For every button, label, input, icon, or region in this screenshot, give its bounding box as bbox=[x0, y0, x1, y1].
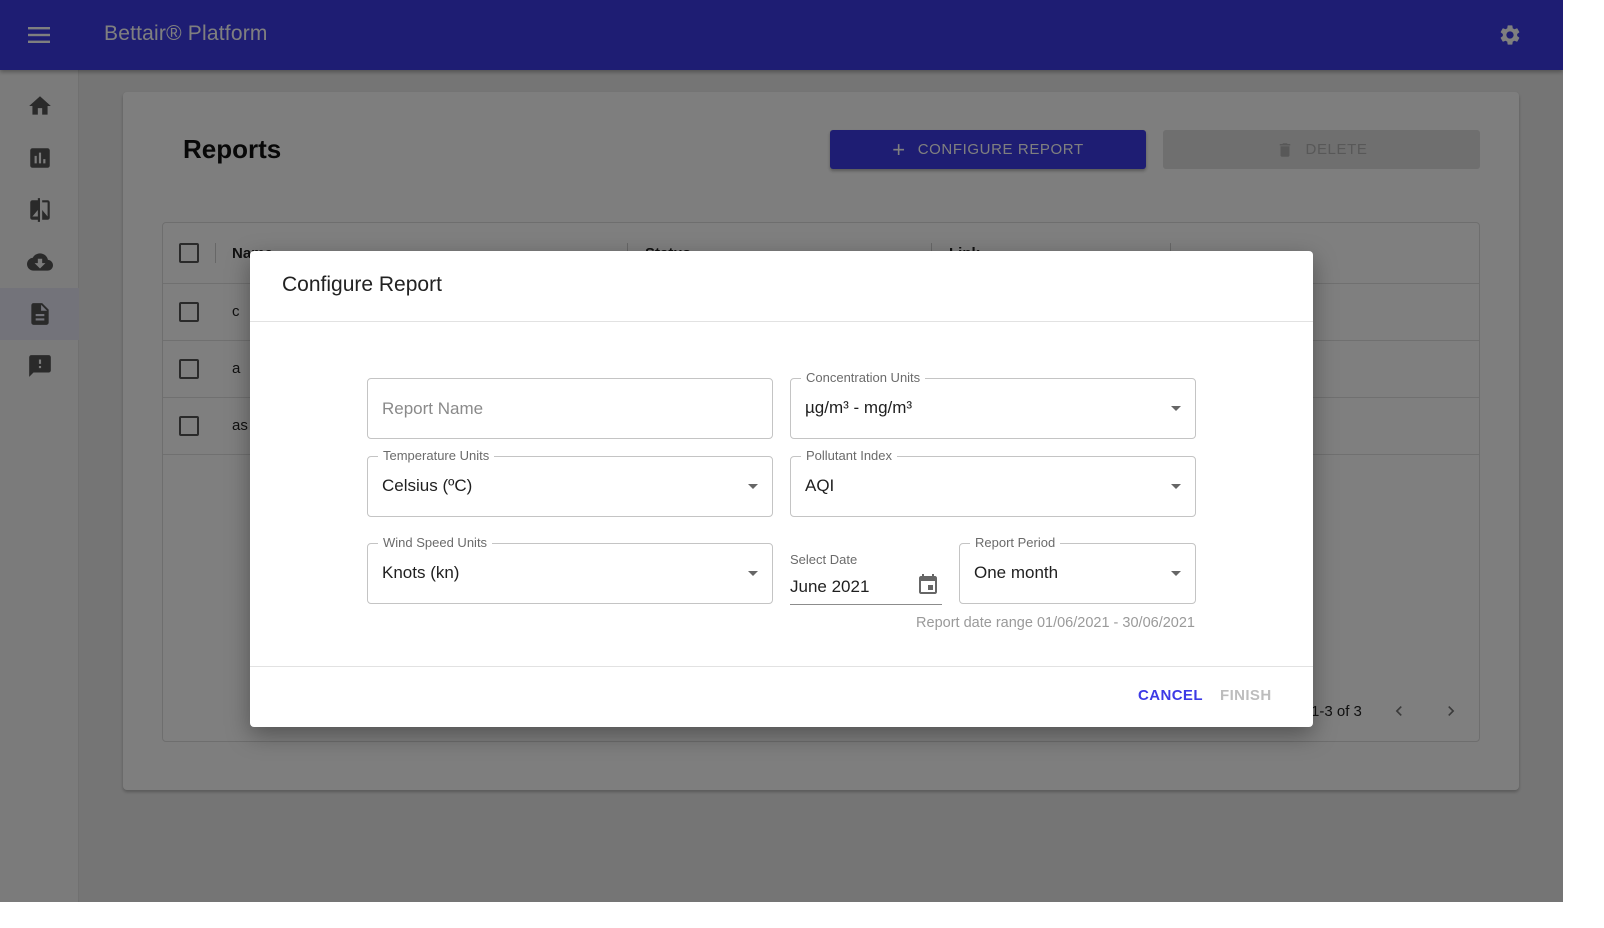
concentration-units-value: µg/m³ - mg/m³ bbox=[805, 398, 913, 417]
dropdown-arrow-icon bbox=[1171, 484, 1181, 489]
concentration-units-select[interactable]: Concentration Units µg/m³ - mg/m³ bbox=[790, 370, 1196, 439]
dialog-title: Configure Report bbox=[282, 273, 442, 296]
temperature-units-select[interactable]: Temperature Units Celsius (ºC) bbox=[367, 448, 773, 517]
report-date-range: Report date range 01/06/2021 - 30/06/202… bbox=[916, 615, 1195, 631]
wind-speed-units-value: Knots (kn) bbox=[382, 563, 460, 582]
finish-button[interactable]: FINISH bbox=[1220, 687, 1272, 704]
configure-report-dialog: Configure Report Concentration Units µg/… bbox=[250, 251, 1313, 727]
report-period-value: One month bbox=[974, 563, 1059, 582]
date-underline bbox=[790, 604, 942, 605]
wind-speed-units-label: Wind Speed Units bbox=[378, 535, 493, 551]
calendar-icon bbox=[919, 574, 937, 594]
calendar-button[interactable] bbox=[916, 573, 940, 597]
dropdown-arrow-icon bbox=[748, 571, 758, 576]
report-period-label: Report Period bbox=[970, 535, 1061, 551]
pollutant-index-select[interactable]: Pollutant Index AQI bbox=[790, 448, 1196, 517]
report-name-field[interactable] bbox=[367, 378, 773, 439]
dropdown-arrow-icon bbox=[1171, 571, 1181, 576]
select-date-value: June 2021 bbox=[790, 577, 870, 596]
divider bbox=[250, 321, 1313, 322]
wind-speed-units-select[interactable]: Wind Speed Units Knots (kn) bbox=[367, 535, 773, 604]
dropdown-arrow-icon bbox=[748, 484, 758, 489]
dropdown-arrow-icon bbox=[1171, 406, 1181, 411]
report-name-input[interactable] bbox=[368, 379, 772, 438]
concentration-units-label: Concentration Units bbox=[801, 370, 926, 386]
pollutant-index-value: AQI bbox=[805, 476, 835, 495]
select-date-field[interactable]: Select Date June 2021 bbox=[790, 543, 942, 605]
report-period-select[interactable]: Report Period One month bbox=[959, 535, 1196, 604]
app-root: Bettair® Platform Reports + CONFIGURE RE bbox=[0, 0, 1563, 902]
pollutant-index-label: Pollutant Index bbox=[801, 448, 898, 464]
temperature-units-label: Temperature Units bbox=[378, 448, 495, 464]
temperature-units-value: Celsius (ºC) bbox=[382, 476, 473, 495]
divider bbox=[250, 666, 1313, 667]
select-date-label: Select Date bbox=[790, 552, 858, 567]
cancel-button[interactable]: CANCEL bbox=[1138, 687, 1203, 704]
